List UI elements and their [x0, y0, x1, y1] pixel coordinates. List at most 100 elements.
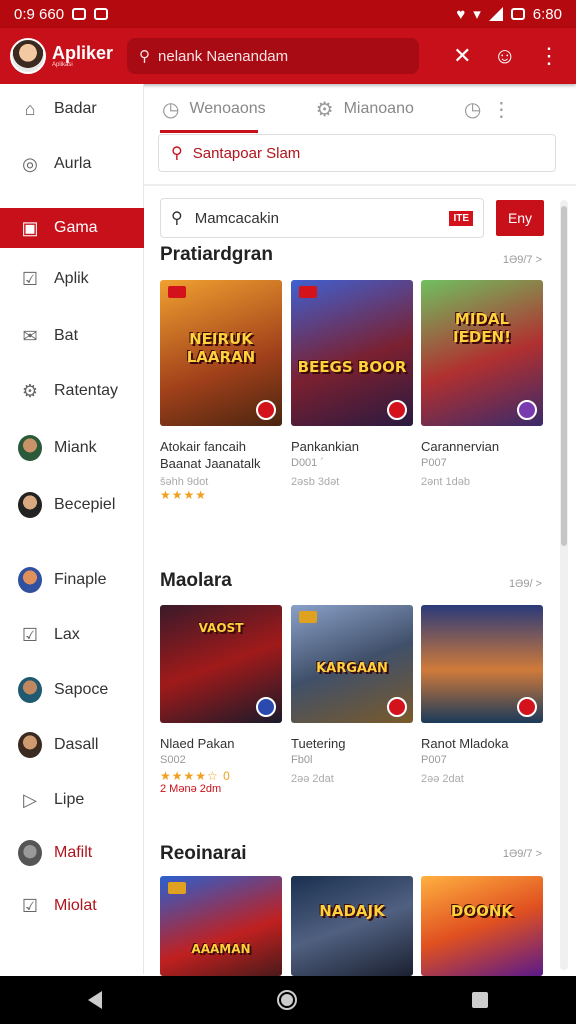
search-input[interactable]: ⚲ Mamcacakin ITE	[160, 198, 484, 238]
game-card[interactable]: DOONK	[421, 876, 543, 976]
sidebar-item-lipe[interactable]: ▷ Lipe	[0, 780, 144, 820]
game-thumbnail: DOONK	[421, 876, 543, 976]
rating-stars: ★★★★☆ 0	[160, 769, 231, 783]
game-meta: 2əə 2dat	[421, 773, 464, 785]
app-bar: Apliker Aplikasi ⚲ nelank Naenandam ✕ ☺ …	[0, 28, 576, 84]
sidebar-item-miolat[interactable]: ☑ Miolat	[0, 886, 144, 926]
more-icon: ⋮	[491, 98, 512, 121]
sidebar-item-bat[interactable]: ✉ Bat	[0, 316, 144, 356]
game-subtitle: D001 ´	[291, 457, 325, 469]
game-card[interactable]: BEEGS BOOR Pankankian D001 ´ 2əsb 3dət	[291, 280, 413, 488]
app-search-bar[interactable]: ⚲ nelank Naenandam	[127, 38, 420, 74]
signal-icon	[488, 7, 503, 21]
game-subtitle: S002	[160, 754, 186, 766]
gamepad-icon: ▣	[21, 217, 39, 238]
divider	[144, 184, 576, 186]
sidebar-item-label: Sapoce	[54, 681, 109, 698]
scrollbar[interactable]	[560, 200, 568, 970]
game-meta: 2ənt 1dəb	[421, 476, 470, 488]
section-more-link[interactable]: 1Ə9/ >	[509, 578, 542, 590]
circle-icon: ◎	[22, 153, 38, 174]
sidebar-item-label: Miank	[54, 439, 97, 456]
notification-icon	[72, 8, 87, 20]
sidebar-item-label: Finaple	[54, 571, 107, 588]
profile-icon[interactable]: ☺	[494, 43, 516, 69]
sidebar-item-ratentay[interactable]: ⚙ Ratentay	[0, 371, 144, 411]
game-card[interactable]: VAOST Nlaed Pakan S002 ★★★★☆ 0 2 Mənə 2d…	[160, 605, 282, 795]
battery-icon	[510, 8, 525, 20]
search-badge: ITE	[449, 210, 473, 226]
search-icon: ⚲	[171, 145, 183, 162]
section-title: Pratiardgran	[160, 244, 273, 265]
sidebar-item-finaple[interactable]: Finaple	[0, 560, 144, 600]
section-more-link[interactable]: 1Ə9/7 >	[503, 254, 542, 266]
game-card[interactable]: AAAMAN	[160, 876, 282, 976]
recents-icon[interactable]	[472, 992, 489, 1008]
game-thumbnail: VAOST	[160, 605, 282, 723]
scrollbar-thumb[interactable]	[561, 206, 567, 546]
game-subtitle: P007	[421, 754, 447, 766]
game-logo: DOONK	[450, 902, 514, 920]
game-thumbnail: KARGAAN	[291, 605, 413, 723]
game-card[interactable]: MIDAL IEDEN! Carannervian P007 2ənt 1dəb	[421, 280, 543, 488]
sidebar-item-gama[interactable]: ▣ Gama	[0, 208, 144, 248]
sidebar-item-aurla[interactable]: ◎ Aurla	[0, 144, 144, 184]
sidebar-item-lax[interactable]: ☑ Lax	[0, 615, 144, 655]
game-name: Ranot Mladoka	[421, 736, 509, 751]
status-time: 0:9 660	[14, 5, 65, 23]
game-card[interactable]: NEIRUK LAARAN Atokair fancaih Baanat Jaa…	[160, 280, 282, 502]
app-title: Apliker	[52, 43, 114, 63]
sidebar-item-badar[interactable]: ⌂ Badar	[0, 89, 144, 129]
secondary-search-text: Santapoar Slam	[192, 144, 301, 162]
more-icon[interactable]: ⋮	[538, 43, 560, 69]
tab-wenoaons[interactable]: ◷ Wenoaons	[162, 97, 266, 122]
game-name: Atokair fancaih	[160, 439, 246, 454]
sidebar-item-label: Aplik	[54, 270, 89, 287]
box-icon: ☑	[21, 895, 39, 916]
settings-icon: ⚙	[315, 98, 334, 121]
game-thumbnail: AAAMAN	[160, 876, 282, 976]
tab-mianoano[interactable]: ⚙ Mianoano	[316, 97, 414, 122]
section-title: Reoinarai	[160, 843, 247, 864]
tab-more[interactable]: ◷ ⋮	[464, 97, 511, 122]
game-meta: 2əsb 3dət	[291, 476, 340, 488]
back-icon[interactable]	[87, 991, 102, 1009]
avatar-icon	[18, 677, 42, 703]
sidebar-item-label: Lipe	[54, 791, 85, 808]
game-card[interactable]: KARGAAN Tuetering Fb0l 2əə 2dat	[291, 605, 413, 785]
game-thumbnail: NADAJK	[291, 876, 413, 976]
clock-icon: ◷	[463, 98, 482, 121]
game-name: Carannervian	[421, 439, 500, 454]
section-more-link[interactable]: 1Ə9/7 >	[503, 848, 542, 860]
game-logo: VAOST	[198, 621, 244, 635]
avatar[interactable]	[10, 38, 46, 74]
home-button-icon[interactable]	[276, 990, 297, 1010]
sidebar-item-dasall[interactable]: Dasall	[0, 725, 144, 765]
tab-bar: ◷ Wenoaons ⚙ Mianoano ◷ ⋮	[144, 84, 576, 134]
status-bar: 0:9 660 ♥ ▾ 6:80	[0, 0, 576, 28]
sidebar-item-miank[interactable]: Miank	[0, 428, 144, 468]
game-thumbnail: NEIRUK LAARAN	[160, 280, 282, 426]
sidebar-item-aplik[interactable]: ☑ Aplik	[0, 259, 144, 299]
sidebar-item-label: Mafilt	[54, 844, 93, 861]
game-card[interactable]: NADAJK	[291, 876, 413, 976]
clock-icon: ◷	[162, 98, 180, 121]
avatar-icon	[18, 567, 42, 593]
sidebar-item-becepiel[interactable]: Becepiel	[0, 485, 144, 525]
game-logo: NADAJK	[319, 902, 385, 920]
heart-icon: ♥	[456, 5, 466, 23]
media-icon	[94, 8, 109, 20]
search-icon: ⚲	[139, 48, 151, 65]
sidebar-item-mafilt[interactable]: Mafilt	[0, 833, 144, 873]
game-subtitle: P007	[421, 457, 447, 469]
secondary-search-input[interactable]: ⚲ Santapoar Slam	[158, 134, 556, 172]
game-card[interactable]: Ranot Mladoka P007 2əə 2dat	[421, 605, 543, 785]
wifi-icon: ▾	[473, 6, 481, 23]
avatar-icon	[18, 492, 42, 518]
mail-icon: ✉	[22, 325, 38, 346]
tools-icon[interactable]: ✕	[453, 43, 471, 69]
buy-button[interactable]: Eny	[496, 200, 544, 236]
play-icon: ▷	[23, 789, 37, 810]
sidebar-item-sapoce[interactable]: Sapoce	[0, 670, 144, 710]
game-meta: 2əə 2dat	[291, 773, 334, 785]
